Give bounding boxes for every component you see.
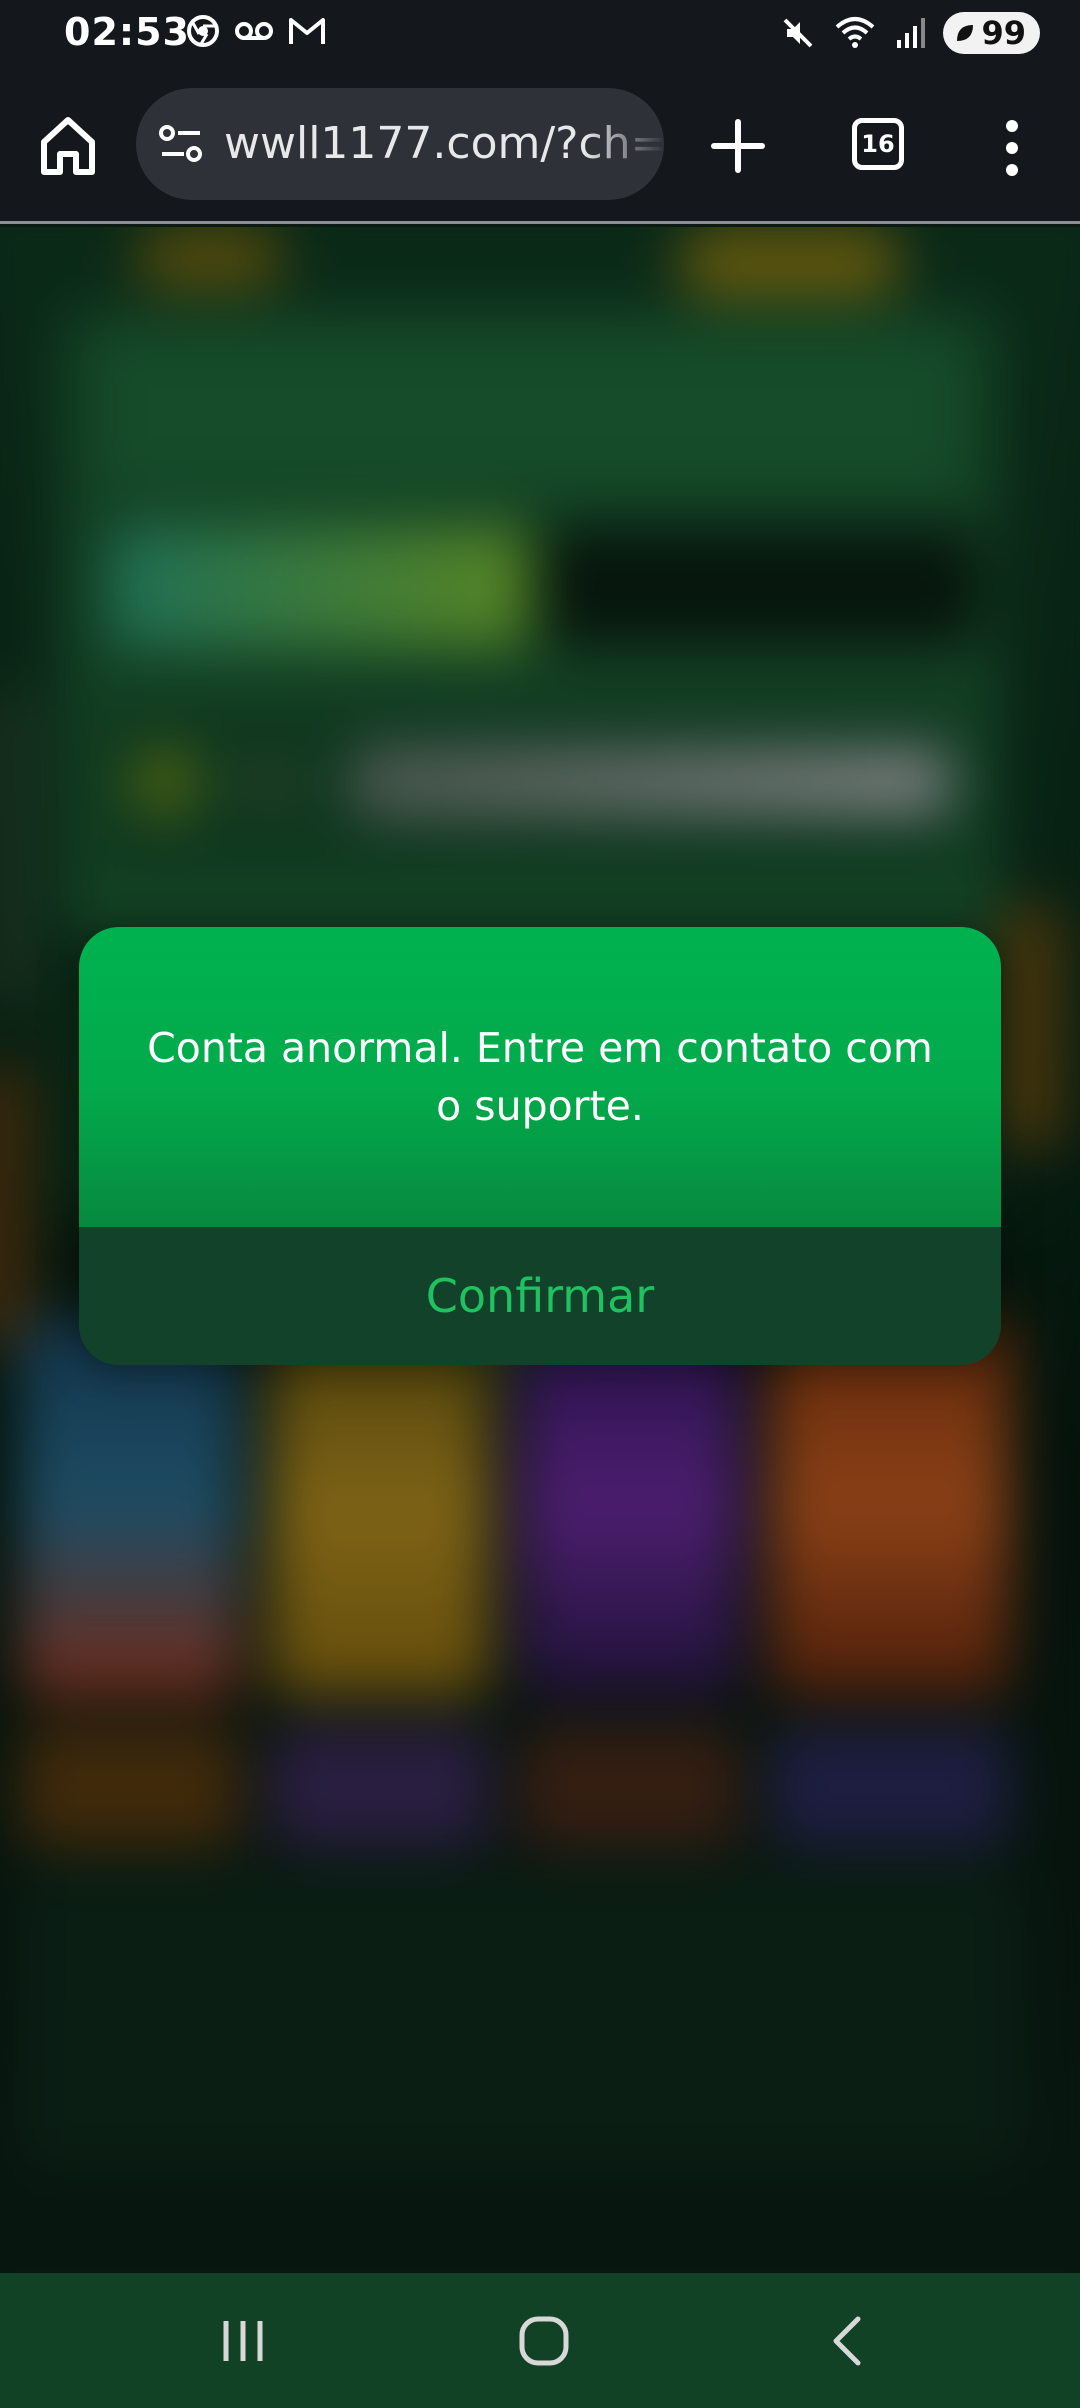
- plus-icon[interactable]: [708, 116, 768, 176]
- chrome-icon: [187, 15, 219, 47]
- site-settings-icon[interactable]: [158, 124, 204, 164]
- confirm-button[interactable]: Confirmar: [366, 1249, 714, 1343]
- battery-level: 99: [981, 14, 1026, 52]
- address-bar[interactable]: wwll1177.com/?ch=29: [136, 88, 664, 200]
- url-fade: [584, 88, 664, 200]
- browser-toolbar: wwll1177.com/?ch=29 16: [0, 72, 1080, 224]
- wifi-icon: [836, 17, 875, 48]
- dialog-message: Conta anormal. Entre em contato com o su…: [147, 1024, 933, 1130]
- status-left-icons: [186, 14, 326, 48]
- home-icon[interactable]: [38, 112, 98, 178]
- status-bar: 02:53 99: [0, 0, 1080, 72]
- status-time: 02:53: [64, 10, 190, 54]
- mute-icon: [784, 18, 813, 48]
- gmail-icon: [289, 18, 325, 44]
- dialog-body: Conta anormal. Entre em contato com o su…: [79, 927, 1001, 1227]
- home-nav-icon[interactable]: [516, 2313, 572, 2369]
- signal-icon: [897, 18, 926, 48]
- voicemail-icon: [235, 22, 273, 40]
- system-nav-bar: [0, 2273, 1080, 2408]
- dialog-footer: Confirmar: [79, 1227, 1001, 1365]
- battery-saver-icon: [957, 25, 974, 41]
- tab-switcher-button[interactable]: 16: [852, 118, 904, 170]
- battery-indicator: 99: [943, 12, 1040, 54]
- tab-count: 16: [861, 130, 895, 158]
- back-icon[interactable]: [826, 2313, 870, 2369]
- status-right-icons: 99: [781, 12, 1040, 54]
- more-menu-icon[interactable]: [994, 112, 1030, 184]
- recent-apps-icon[interactable]: [218, 2313, 268, 2369]
- alert-dialog: Conta anormal. Entre em contato com o su…: [79, 927, 1001, 1365]
